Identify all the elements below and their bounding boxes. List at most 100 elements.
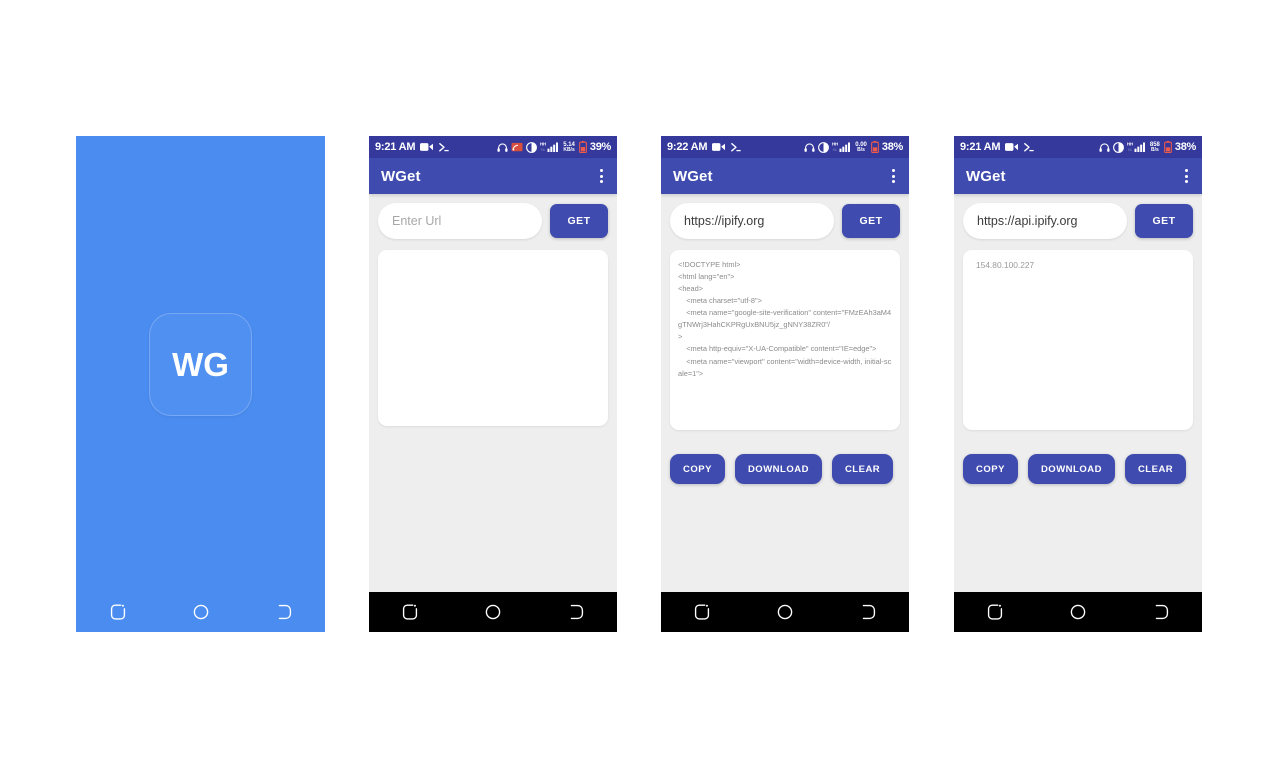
- result-card: 154.80.100.227: [963, 250, 1193, 430]
- battery-icon: [1164, 141, 1172, 153]
- download-button[interactable]: DOWNLOAD: [734, 454, 822, 484]
- url-input-row: https://ipify.org GET: [670, 203, 900, 239]
- download-button[interactable]: DOWNLOAD: [1027, 454, 1115, 484]
- battery-icon: [579, 141, 587, 153]
- kebab-menu-icon[interactable]: [598, 165, 605, 187]
- copy-button[interactable]: COPY: [670, 454, 725, 484]
- signal-bars-icon: HH ↑↓: [540, 141, 560, 153]
- svg-text:HH: HH: [832, 142, 838, 147]
- app-bar: WGet: [954, 158, 1202, 194]
- status-bar-left: 9:21 AM: [960, 141, 1035, 153]
- status-bar: 9:22 AM HH ↑↓ 0.00 B/s 38%: [661, 136, 909, 158]
- app-logo-text: WG: [172, 345, 229, 383]
- headset-icon: [1099, 142, 1110, 153]
- get-button[interactable]: GET: [550, 204, 608, 238]
- status-time: 9:21 AM: [375, 141, 416, 153]
- kebab-menu-icon[interactable]: [1183, 165, 1190, 187]
- signal-bars-icon: HH ↑↓: [832, 141, 852, 153]
- status-bar-right: HH ↑↓ 0.00 B/s 38%: [804, 141, 903, 153]
- terminal-prompt-icon: [1023, 142, 1035, 153]
- url-input[interactable]: https://ipify.org: [670, 203, 834, 239]
- clear-button[interactable]: CLEAR: [1124, 454, 1187, 484]
- app-bar: WGet: [661, 158, 909, 194]
- battery-icon: [871, 141, 879, 153]
- home-icon[interactable]: [774, 601, 796, 623]
- signal-bars-icon: HH ↑↓: [1127, 141, 1147, 153]
- android-navigation-bar: [661, 592, 909, 632]
- screen-record-icon: [420, 142, 434, 152]
- network-speed-indicator: 858 B/s: [1150, 142, 1160, 153]
- screenshot-canvas: WG 9:21 AM HH ↑↓ 5.14 KB/s 39% WGet Ente…: [0, 0, 1280, 768]
- recents-icon[interactable]: [984, 601, 1006, 623]
- get-button[interactable]: GET: [842, 204, 900, 238]
- get-button[interactable]: GET: [1135, 204, 1193, 238]
- back-icon[interactable]: [857, 601, 879, 623]
- status-bar-right: HH ↑↓ 858 B/s 38%: [1099, 141, 1196, 153]
- action-button-row: COPY DOWNLOAD CLEAR: [670, 454, 900, 484]
- splash-background: WG: [76, 136, 325, 592]
- app-title: WGet: [381, 167, 421, 185]
- status-bar-left: 9:21 AM: [375, 141, 450, 153]
- clear-button[interactable]: CLEAR: [831, 454, 894, 484]
- back-icon[interactable]: [273, 601, 295, 623]
- battery-percent: 38%: [1174, 141, 1196, 153]
- home-icon[interactable]: [190, 601, 212, 623]
- battery-percent: 38%: [881, 141, 903, 153]
- recents-icon[interactable]: [107, 601, 129, 623]
- battery-percent: 39%: [589, 141, 611, 153]
- network-speed-unit: KB/s: [563, 146, 575, 153]
- svg-text:HH: HH: [540, 142, 546, 147]
- app-bar: WGet: [369, 158, 617, 194]
- back-icon[interactable]: [1150, 601, 1172, 623]
- phone-screen-empty: 9:21 AM HH ↑↓ 5.14 KB/s 39% WGet Enter U…: [369, 136, 617, 632]
- android-navigation-bar: [369, 592, 617, 632]
- android-navigation-bar: [76, 592, 325, 632]
- status-bar-right: HH ↑↓ 5.14 KB/s 39%: [497, 141, 611, 153]
- network-speed-unit: B/s: [857, 146, 865, 153]
- app-content: https://ipify.org GET <!DOCTYPE html> <h…: [661, 194, 909, 592]
- phone-screen-splash: WG: [76, 136, 325, 632]
- app-title: WGet: [966, 167, 1006, 185]
- recents-icon[interactable]: [399, 601, 421, 623]
- home-icon[interactable]: [482, 601, 504, 623]
- terminal-prompt-icon: [438, 142, 450, 153]
- network-speed-indicator: 5.14 KB/s: [563, 142, 575, 153]
- back-icon[interactable]: [565, 601, 587, 623]
- phone-screen-ip-result: 9:21 AM HH ↑↓ 858 B/s 38% WGet https://a…: [954, 136, 1202, 632]
- status-time: 9:22 AM: [667, 141, 708, 153]
- cast-icon: [511, 142, 523, 153]
- url-input[interactable]: https://api.ipify.org: [963, 203, 1127, 239]
- kebab-menu-icon[interactable]: [890, 165, 897, 187]
- url-input[interactable]: Enter Url: [378, 203, 542, 239]
- headset-icon: [497, 142, 508, 153]
- home-icon[interactable]: [1067, 601, 1089, 623]
- app-title: WGet: [673, 167, 713, 185]
- recents-icon[interactable]: [691, 601, 713, 623]
- url-input-row: Enter Url GET: [378, 203, 608, 239]
- network-speed-unit: B/s: [1150, 146, 1159, 153]
- result-text: <!DOCTYPE html> <html lang="en"> <head> …: [678, 260, 892, 378]
- app-logo: WG: [149, 312, 252, 416]
- network-speed-indicator: 0.00 B/s: [855, 142, 867, 153]
- result-card: <!DOCTYPE html> <html lang="en"> <head> …: [670, 250, 900, 430]
- status-bar: 9:21 AM HH ↑↓ 858 B/s 38%: [954, 136, 1202, 158]
- screen-record-icon: [712, 142, 726, 152]
- copy-button[interactable]: COPY: [963, 454, 1018, 484]
- android-navigation-bar: [954, 592, 1202, 632]
- result-text: 154.80.100.227: [976, 260, 1035, 270]
- app-content: https://api.ipify.org GET 154.80.100.227…: [954, 194, 1202, 592]
- phone-screen-html-result: 9:22 AM HH ↑↓ 0.00 B/s 38% WGet https://…: [661, 136, 909, 632]
- app-content: Enter Url GET: [369, 194, 617, 592]
- status-time: 9:21 AM: [960, 141, 1001, 153]
- terminal-prompt-icon: [730, 142, 742, 153]
- svg-text:HH: HH: [1127, 142, 1133, 147]
- headset-icon: [804, 142, 815, 153]
- svg-text:↑↓: ↑↓: [541, 147, 545, 152]
- url-input-row: https://api.ipify.org GET: [963, 203, 1193, 239]
- do-not-disturb-icon: [818, 141, 830, 153]
- svg-text:↑↓: ↑↓: [1128, 147, 1132, 152]
- result-card: [378, 250, 608, 426]
- status-bar: 9:21 AM HH ↑↓ 5.14 KB/s 39%: [369, 136, 617, 158]
- svg-text:↑↓: ↑↓: [833, 147, 837, 152]
- do-not-disturb-icon: [1112, 141, 1124, 153]
